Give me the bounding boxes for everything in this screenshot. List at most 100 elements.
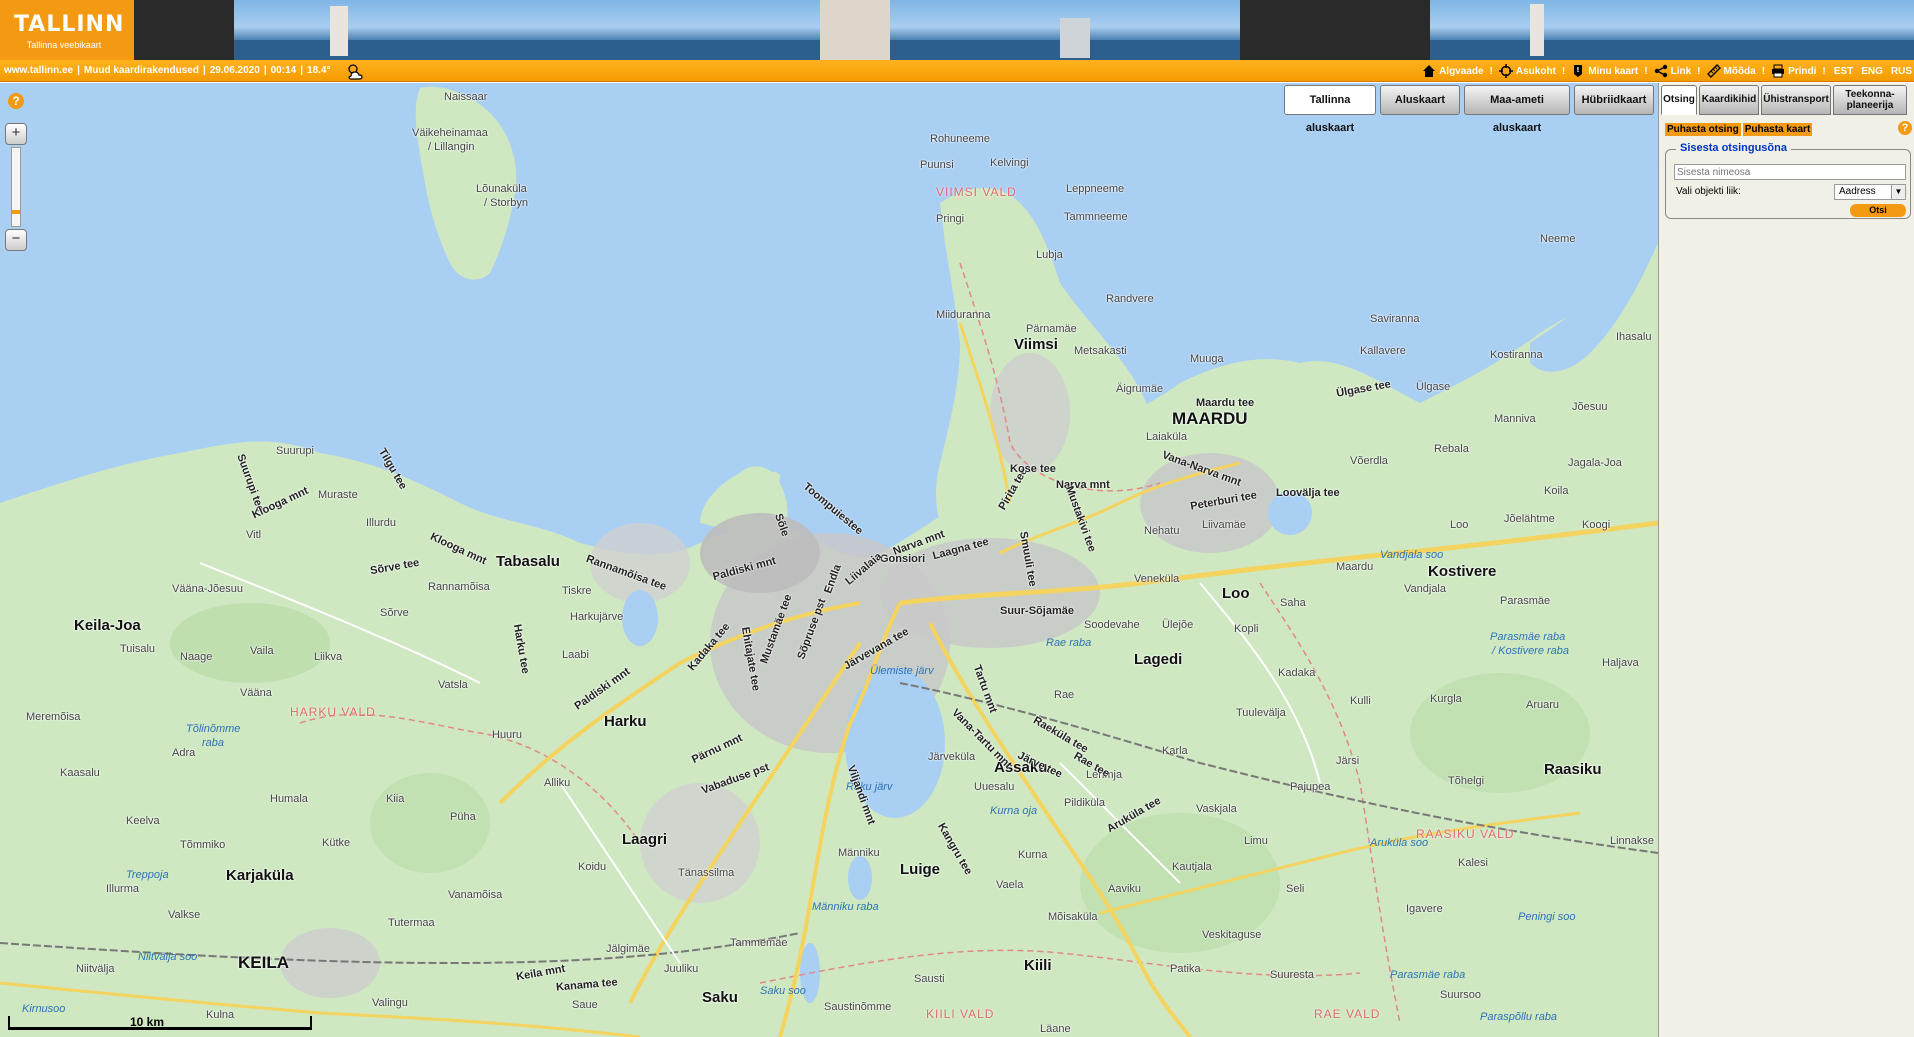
object-type-select[interactable]: Aadress ▼ [1834, 184, 1906, 200]
overview-button[interactable]: Algvaade [1422, 64, 1484, 78]
place-label: Illurdu [366, 517, 396, 529]
panel-actions: Puhasta otsing Puhasta kaart [1665, 123, 1814, 136]
place-label: Loo [1450, 519, 1469, 531]
place-label: Miiduranna [936, 309, 991, 321]
place-label: Sausti [914, 973, 945, 985]
place-label: Illurma [106, 883, 140, 895]
place-label: Tõmmiko [180, 839, 226, 851]
lang-rus[interactable]: RUS [1891, 66, 1912, 77]
layer-basemap[interactable]: Aluskaart [1380, 85, 1460, 115]
place-label: Puunsi [920, 159, 954, 171]
chevron-down-icon: ▼ [1891, 185, 1905, 199]
place-label: Ülgase [1416, 381, 1451, 393]
locate-label: Asukoht [1515, 65, 1556, 77]
tab-public-transport[interactable]: Ühistransport [1761, 85, 1831, 115]
zoom-slider[interactable] [11, 147, 21, 227]
place-label: Äigrumäe [1116, 383, 1164, 395]
share-icon [1654, 64, 1667, 78]
search-button[interactable]: Otsi [1850, 204, 1906, 217]
banner-tree-right [1240, 0, 1430, 60]
tab-route-planner-line2: planeerija [1846, 100, 1894, 111]
place-label: Kulli [1350, 695, 1371, 707]
place-label: Valingu [372, 997, 408, 1009]
side-panel: Otsing Kaardikihid Ühistransport Teekonn… [1658, 83, 1914, 1037]
place-label: Laabi [562, 649, 589, 661]
zoom-out-button[interactable]: − [5, 229, 27, 251]
lang-est[interactable]: EST [1834, 66, 1853, 77]
layer-tallinn-basemap[interactable]: Tallinna aluskaart [1284, 85, 1376, 134]
place-label: Rae [1054, 689, 1075, 701]
place-label: MAARDU [1172, 409, 1248, 428]
print-label: Prindi [1788, 65, 1817, 77]
water-label: Peningi soo [1518, 911, 1576, 923]
place-label: Meremõisa [26, 711, 81, 723]
place-label: Kiia [386, 793, 405, 805]
place-label: Lagedi [1134, 651, 1183, 668]
tallinn-logo[interactable]: TALLINN Tallinna veebikaart [0, 0, 134, 60]
my-map-button[interactable]: ! Minu kaart [1571, 64, 1638, 78]
help-icon[interactable]: ? [8, 93, 24, 109]
place-label: Kelvingi [990, 157, 1029, 169]
banner-church [820, 0, 890, 60]
place-label: Pildiküla [1064, 797, 1105, 809]
water-label: Rae raba [1046, 637, 1092, 649]
tab-search[interactable]: Otsing [1661, 85, 1697, 115]
locate-button[interactable]: Asukoht [1498, 64, 1556, 78]
region-label: RAASIKU VALD [1416, 827, 1515, 841]
water-label: raba [202, 737, 225, 749]
logo-subtitle: Tallinna veebikaart [26, 40, 102, 50]
place-label: Huuru [492, 729, 522, 741]
place-label: Lubja [1036, 249, 1063, 261]
place-label: Suursoo [1440, 989, 1481, 1001]
map-canvas[interactable]: Naissaar Väikeheinamaa / Lillangin Lõuna… [0, 83, 1658, 1037]
place-label: Veskitaguse [1202, 929, 1262, 941]
tab-route-planner[interactable]: Teekonna- planeerija [1833, 85, 1907, 115]
place-label: Aaviku [1108, 883, 1142, 895]
place-label: Humala [270, 793, 308, 805]
place-label: Seli [1286, 883, 1305, 895]
object-type-value: Aadress [1839, 186, 1876, 197]
place-label: Naissaar [444, 91, 488, 103]
print-button[interactable]: Prindi [1771, 64, 1816, 78]
place-label: Ülejõe [1162, 619, 1194, 631]
water-label: Treppoja [126, 869, 169, 881]
water-label: Kirnusoo [22, 1003, 66, 1015]
lang-eng[interactable]: ENG [1861, 66, 1883, 77]
time-text: 00:14 [270, 65, 297, 76]
svg-text:!: ! [1577, 66, 1580, 74]
place-label: Kalesi [1458, 857, 1488, 869]
place-label: Kiili [1024, 957, 1052, 974]
region-label: RAE VALD [1314, 1007, 1381, 1021]
place-label: Tammneeme [1064, 211, 1128, 223]
search-input[interactable] [1674, 164, 1906, 180]
place-label: Nehatu [1144, 525, 1180, 537]
place-label: Vatsla [438, 679, 468, 691]
layer-hybrid[interactable]: Hübriidkaart [1574, 85, 1654, 115]
place-label: Võerdla [1350, 455, 1388, 467]
other-apps-link[interactable]: Muud kaardirakendused [84, 65, 199, 76]
zoom-in-button[interactable]: + [5, 123, 27, 145]
toolbar: Algvaade ! Asukoht ! ! Minu kaart ! Link… [1416, 60, 1914, 82]
place-label: Tuulevälja [1236, 707, 1286, 719]
link-button[interactable]: Link [1654, 64, 1692, 78]
clear-search-button[interactable]: Puhasta otsing [1665, 123, 1741, 136]
place-label: Kurna [1018, 849, 1048, 861]
layer-maa-amet-basemap[interactable]: Maa-ameti aluskaart [1464, 85, 1570, 134]
place-label: Jõesuu [1572, 401, 1608, 413]
measure-button[interactable]: Mõõda [1706, 64, 1756, 78]
place-label: Parasmäe [1500, 595, 1551, 607]
place-label: Tiskre [562, 585, 592, 597]
place-label: Mõisaküla [1048, 911, 1098, 923]
tab-map-layers[interactable]: Kaardikihid [1699, 85, 1759, 115]
place-label: Kautjala [1172, 861, 1212, 873]
clear-map-button[interactable]: Puhasta kaart [1742, 123, 1813, 136]
link-label: Link [1670, 65, 1692, 77]
place-label: Jõelähtme [1504, 513, 1555, 525]
site-link[interactable]: www.tallinn.ee [4, 65, 73, 76]
panel-help-icon[interactable]: ? [1898, 121, 1912, 135]
place-label: Muuga [1190, 353, 1224, 365]
place-label: Naage [180, 651, 213, 663]
search-legend: Sisesta otsingusõna [1676, 142, 1791, 154]
zoom-slider-handle[interactable] [12, 210, 20, 214]
water-label: Saku soo [760, 985, 806, 997]
